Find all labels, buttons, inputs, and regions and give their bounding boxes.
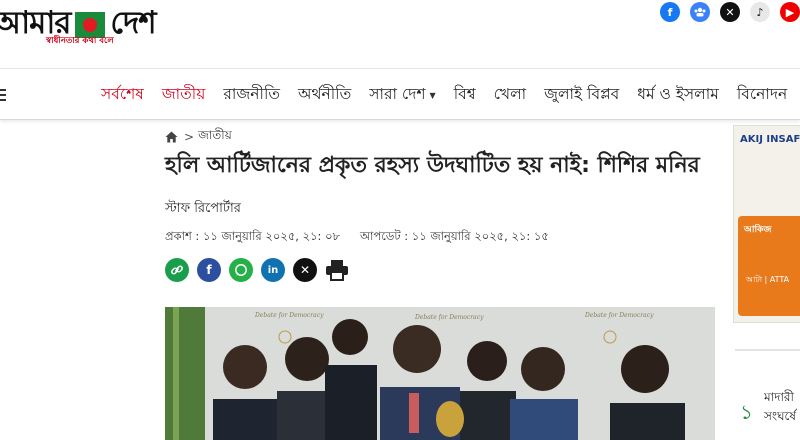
linkedin-share-icon[interactable]: in <box>261 258 285 282</box>
x-share-icon[interactable]: ✕ <box>293 258 317 282</box>
site-header: আমার দেশ স্বাধীনতার কথা বলে f ✕ ♪ ▶ <box>0 0 800 68</box>
sidebar-divider <box>735 349 800 351</box>
nav-item-entertainment[interactable]: বিনোদন <box>728 82 796 108</box>
main-nav-bar: সর্বশেষ জাতীয় রাজনীতি অর্থনীতি সারা দেশ… <box>0 68 800 120</box>
whatsapp-share-icon[interactable] <box>229 258 253 282</box>
trending-number: ১ <box>740 400 753 424</box>
sidebar-ad[interactable]: AKIJ INSAF আকিজ আটা | ATTA <box>733 125 800 323</box>
article-photo[interactable]: Debate for Democracy Debate for Democrac… <box>165 307 715 440</box>
nav-item-country[interactable]: সারা দেশ ▼ <box>360 82 444 108</box>
article-headline: হলি আর্টিজানের প্রকৃত রহস্য উদঘাটিত হয় … <box>165 153 700 178</box>
nav-item-religion[interactable]: ধর্ম ও ইসলাম <box>628 82 728 108</box>
nav-item-july-revolution[interactable]: জুলাই বিপ্লব <box>535 82 628 108</box>
trending-item[interactable]: মাদারী সংঘর্ষে <box>764 388 796 425</box>
copy-link-icon[interactable] <box>165 258 189 282</box>
site-tagline: স্বাধীনতার কথা বলে <box>46 36 114 46</box>
svg-text:Debate for Democracy: Debate for Democracy <box>584 312 654 319</box>
breadcrumb-category[interactable]: জাতীয় <box>198 127 232 147</box>
print-icon[interactable] <box>325 259 349 281</box>
facebook-icon[interactable]: f <box>660 2 680 22</box>
svg-text:Debate for Democracy: Debate for Democracy <box>414 314 484 321</box>
ad-product-label: আকিজ <box>744 225 772 235</box>
home-icon[interactable] <box>165 131 178 143</box>
main-nav: সর্বশেষ জাতীয় রাজনীতি অর্থনীতি সারা দেশ… <box>92 69 800 121</box>
nav-item-country-label: সারা দেশ <box>369 85 426 103</box>
nav-item-sports[interactable]: খেলা <box>485 82 536 108</box>
article-dates: প্রকাশ : ১১ জানুয়ারি ২০২৫, ২১: ০৮ আপডেট… <box>165 228 549 247</box>
published-date: প্রকাশ : ১১ জানুয়ারি ২০২৫, ২১: ০৮ <box>165 229 341 243</box>
article-author[interactable]: স্টাফ রিপোর্টার <box>165 199 241 220</box>
nav-item-economy[interactable]: অর্থনীতি <box>289 82 360 108</box>
trending-line-1: মাদারী <box>764 390 794 404</box>
nav-item-politics[interactable]: রাজনীতি <box>214 82 289 108</box>
tiktok-icon[interactable]: ♪ <box>750 2 770 22</box>
group-icon[interactable] <box>690 2 710 22</box>
ad-atta-label: আটা | ATTA <box>746 275 790 284</box>
youtube-icon[interactable]: ▶ <box>780 2 800 22</box>
nav-item-world[interactable]: বিশ্ব <box>445 82 485 108</box>
facebook-share-icon[interactable]: f <box>197 258 221 282</box>
menu-icon[interactable] <box>0 89 6 104</box>
chevron-down-icon: ▼ <box>429 90 436 100</box>
share-bar: f in ✕ <box>165 258 349 282</box>
nav-item-national[interactable]: জাতীয় <box>153 82 215 108</box>
trending-line-2: সংঘর্ষে <box>764 408 796 423</box>
svg-text:Debate for Democracy: Debate for Democracy <box>254 312 324 319</box>
ad-brand: AKIJ INSAF <box>740 134 800 145</box>
x-icon[interactable]: ✕ <box>720 2 740 22</box>
social-links: f ✕ ♪ ▶ <box>660 2 800 22</box>
nav-item-latest[interactable]: সর্বশেষ <box>92 82 153 108</box>
breadcrumb: > জাতীয় <box>165 127 232 147</box>
nav-item-more[interactable]: ফি <box>796 82 800 108</box>
logo-word-right: দেশ <box>110 5 156 41</box>
updated-date: আপডেট : ১১ জানুয়ারি ২০২৫, ২১: ১৫ <box>360 229 549 243</box>
breadcrumb-separator: > <box>184 130 195 144</box>
